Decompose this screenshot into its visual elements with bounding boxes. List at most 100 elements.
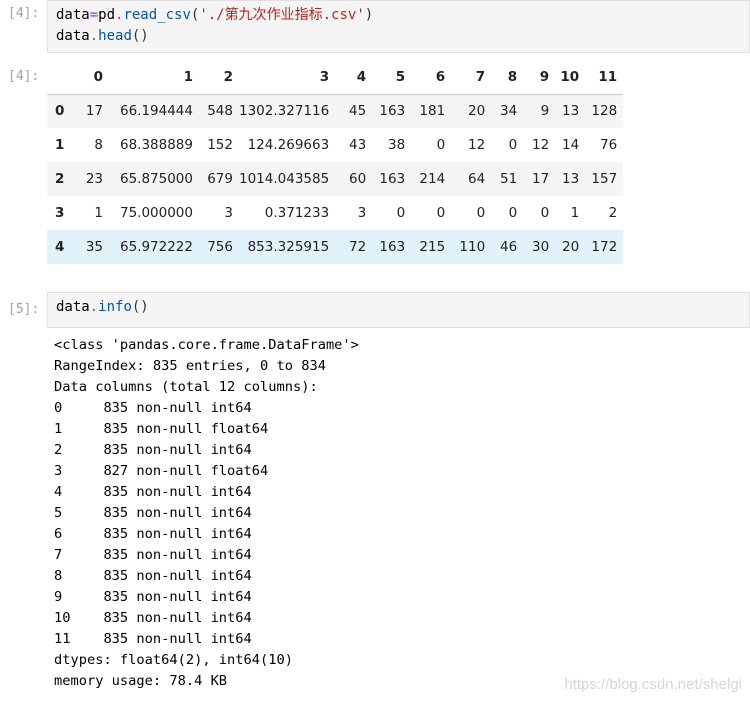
table-cell: 128 <box>591 103 618 120</box>
table-cell: 13 <box>562 103 580 120</box>
table-cell: 45 <box>349 103 367 120</box>
table-cell: 0 <box>396 205 406 221</box>
output-line: 9 835 non-null int64 <box>54 589 252 605</box>
table-cell: 68.388889 <box>119 137 193 153</box>
index-header <box>47 61 69 95</box>
code-token: head <box>98 28 132 44</box>
table-cell: 548 <box>207 103 233 120</box>
table-cell: 163 <box>379 171 406 187</box>
watermark: https://blog.csdn.net/shelgi <box>564 676 742 693</box>
column-header: 1 <box>109 61 199 95</box>
table-cell: 60 <box>349 171 367 187</box>
code-token: info <box>98 299 132 315</box>
row-index: 3 <box>55 205 65 221</box>
table-row: 3 1 75.000000 3 0.371233 3 0 0 0 0 0 1 2 <box>47 196 624 230</box>
table-cell: 0 <box>508 137 518 153</box>
output-line: Data columns (total 12 columns): <box>54 379 318 395</box>
output-line: RangeIndex: 835 entries, 0 to 834 <box>54 358 326 374</box>
table-row: 1 8 68.388889 152 124.269663 43 38 0 12 0 12 14 76 <box>47 128 624 162</box>
table-cell: 35 <box>85 239 103 255</box>
table-cell: 75.000000 <box>119 205 193 221</box>
table-cell: 72 <box>349 239 367 255</box>
output-line: <class 'pandas.core.frame.DataFrame'> <box>54 337 359 353</box>
output-prompt-4: [4]: <box>8 69 40 84</box>
table-cell: 17 <box>532 171 550 187</box>
table-cell: 30 <box>532 239 550 255</box>
code-token: ) <box>364 7 374 23</box>
code-token: . <box>89 299 99 315</box>
output-line: 7 835 non-null int64 <box>54 547 252 563</box>
table-row: 0 17 66.194444 548 1302.327116 45 163 181 20 34 9 1… <box>47 94 624 128</box>
table-cell: 12 <box>532 137 550 153</box>
output-line: 2 835 non-null int64 <box>54 442 252 458</box>
table-cell: 76 <box>600 137 618 153</box>
output-line: 6 835 non-null int64 <box>54 526 252 542</box>
table-cell: 0 <box>508 205 518 221</box>
table-cell: 66.194444 <box>119 103 193 120</box>
code-line: data=pd.read_csv('./第九次作业指标.csv') <box>56 5 741 26</box>
table-cell: 214 <box>419 171 446 187</box>
table-cell: 20 <box>468 103 486 120</box>
code-token: data <box>56 299 90 315</box>
table-cell: 1 <box>570 205 580 221</box>
dataframe-table: 0 1 2 3 4 5 6 7 8 9 10 11 0 17 66.194444 548 1302.32711… <box>47 61 624 264</box>
table-cell: 2 <box>608 205 618 221</box>
table-cell: 20 <box>562 239 580 255</box>
table-cell: 1 <box>94 205 103 221</box>
table-cell: 1014.043585 <box>239 171 330 187</box>
column-header: 4 <box>335 61 373 95</box>
column-header: 11 <box>585 61 624 95</box>
output-line: 0 835 non-null int64 <box>54 400 252 416</box>
table-cell: 1302.327116 <box>239 103 330 120</box>
table-cell: 3 <box>224 205 233 221</box>
table-cell: 215 <box>419 239 446 255</box>
table-cell: 124.269663 <box>247 137 330 153</box>
table-cell: 8 <box>94 137 103 153</box>
output-line: 8 835 non-null int64 <box>54 568 252 584</box>
input-prompt-5: [5]: <box>8 302 40 317</box>
output-line: 4 835 non-null int64 <box>54 484 252 500</box>
table-cell: 17 <box>85 103 103 120</box>
code-input-cell-4[interactable]: data=pd.read_csv('./第九次作业指标.csv') data.he… <box>47 0 750 53</box>
code-token: = <box>89 7 99 23</box>
table-cell: 14 <box>562 137 580 153</box>
table-cell: 0 <box>476 205 486 221</box>
code-input-cell-5[interactable]: data.info() <box>47 292 750 328</box>
table-cell: 756 <box>207 239 233 255</box>
table-cell: 0.371233 <box>264 205 330 221</box>
table-cell: 3 <box>357 205 367 221</box>
column-header: 7 <box>451 61 492 95</box>
table-row: 2 23 65.875000 679 1014.043585 60 163 214 64 51 17… <box>47 162 624 196</box>
table-cell: 64 <box>468 171 486 187</box>
output-line: 11 835 non-null int64 <box>54 631 252 647</box>
table-cell: 163 <box>379 103 406 120</box>
table-row: 4 35 65.972222 756 853.325915 72 163 215 110 46 30… <box>47 230 624 264</box>
code-line: data.info() <box>56 297 741 318</box>
code-line: data.head() <box>56 26 741 47</box>
output-line: dtypes: float64(2), int64(10) <box>54 652 293 668</box>
table-cell: 65.972222 <box>119 239 193 255</box>
row-index: 0 <box>55 103 65 120</box>
code-token: data <box>56 7 90 23</box>
column-header: 6 <box>411 61 452 95</box>
column-header: 5 <box>372 61 412 95</box>
table-cell: 46 <box>500 239 518 255</box>
code-token: './第九次作业指标.csv' <box>199 7 365 23</box>
table-cell: 51 <box>500 171 518 187</box>
output-line: 5 835 non-null int64 <box>54 505 252 521</box>
code-token: read_csv <box>123 7 191 23</box>
column-header: 9 <box>523 61 556 95</box>
code-token: pd <box>98 7 116 23</box>
code-token: () <box>131 299 149 315</box>
table-cell: 0 <box>436 205 446 221</box>
column-header: 3 <box>239 61 336 95</box>
table-cell: 110 <box>459 239 486 255</box>
table-cell: 853.325915 <box>247 239 330 255</box>
column-header: 10 <box>555 61 586 95</box>
output-line: memory usage: 78.4 KB <box>54 673 228 689</box>
info-output-text: <class 'pandas.core.frame.DataFrame'> Ran… <box>54 335 359 692</box>
table-cell: 163 <box>379 239 406 255</box>
table-cell: 152 <box>207 137 233 153</box>
column-header: 0 <box>69 61 109 95</box>
row-index: 2 <box>55 171 65 187</box>
